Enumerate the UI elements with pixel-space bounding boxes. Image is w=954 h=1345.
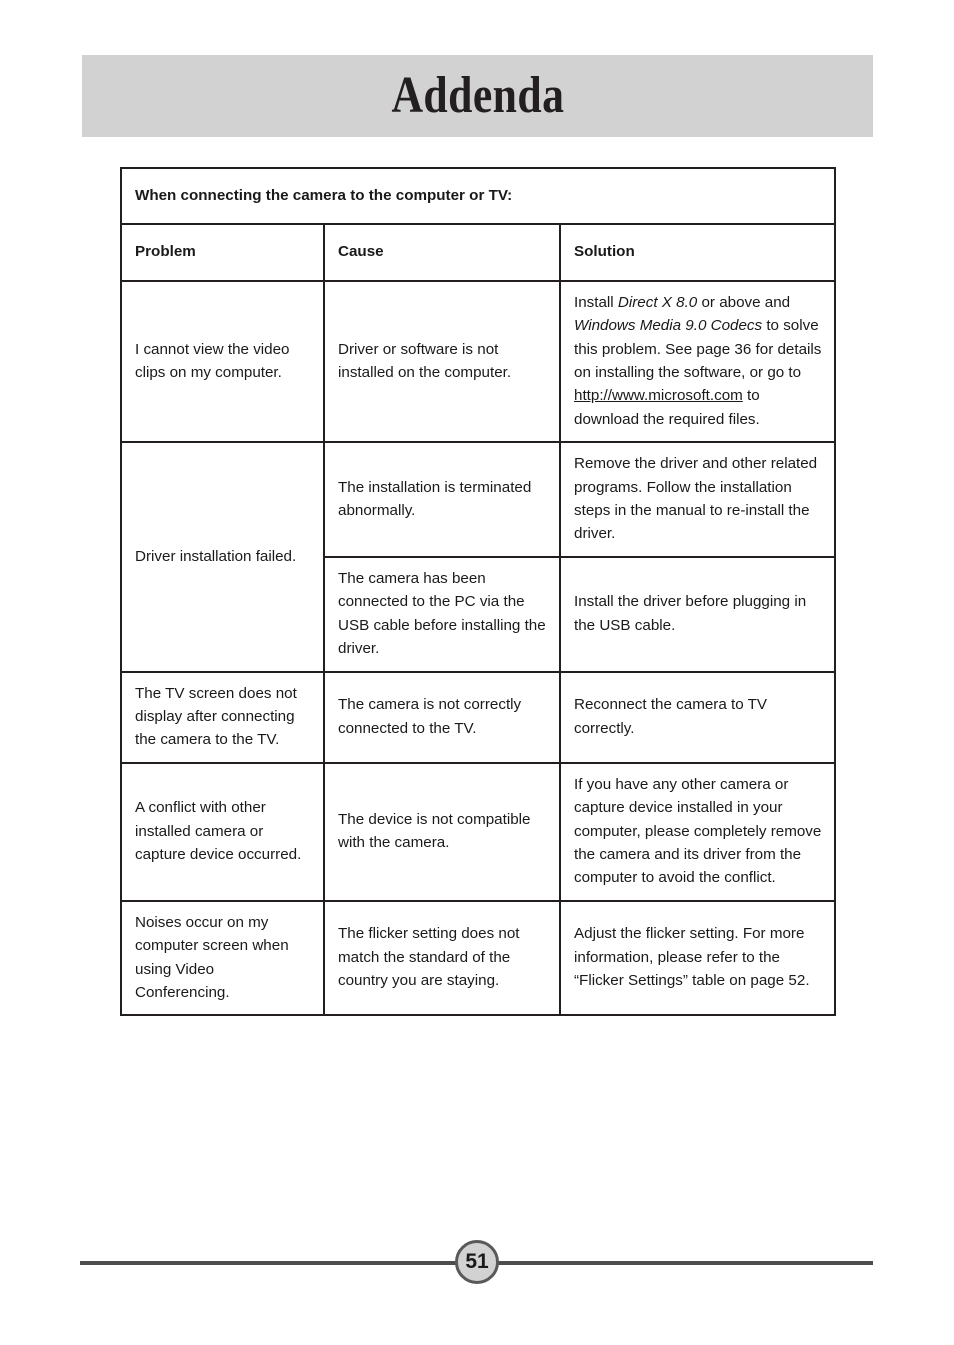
page-number-badge: 51 xyxy=(455,1240,499,1284)
cell-solution: Reconnect the camera to TV correctly. xyxy=(559,670,836,764)
table-row: Driver installation failed. The installa… xyxy=(120,441,836,673)
cell-cause: The camera is not correctly connected to… xyxy=(323,670,561,764)
table-section-title-row: When connecting the camera to the comput… xyxy=(120,166,836,226)
column-header-problem: Problem xyxy=(120,223,325,282)
cell-cause: The flicker setting does not match the s… xyxy=(323,899,561,1017)
table-row: A conflict with other installed camera o… xyxy=(120,761,836,902)
cell-problem: The TV screen does not display after con… xyxy=(120,670,325,764)
column-header-solution: Solution xyxy=(559,223,836,282)
page-title: Addenda xyxy=(391,67,564,124)
cell-solution: Remove the driver and other related prog… xyxy=(559,441,836,558)
cell-solution: If you have any other camera or capture … xyxy=(559,761,836,902)
page-footer: 51 xyxy=(0,1232,954,1294)
cell-cause: The camera has been connected to the PC … xyxy=(323,555,561,673)
cell-cause: Driver or software is not installed on t… xyxy=(323,279,561,444)
microsoft-url-link[interactable]: http://www.microsoft.com xyxy=(574,387,743,404)
solution-text-part: or above and xyxy=(697,293,791,311)
cell-problem: I cannot view the video clips on my comp… xyxy=(120,279,325,444)
cell-cause: The device is not compatible with the ca… xyxy=(323,761,561,902)
troubleshooting-table: When connecting the camera to the comput… xyxy=(120,166,836,1017)
cell-cause: The installation is terminated abnormall… xyxy=(323,441,561,558)
table-header-row: Problem Cause Solution xyxy=(120,223,836,282)
table-row: The TV screen does not display after con… xyxy=(120,670,836,764)
table-row: Noises occur on my computer screen when … xyxy=(120,899,836,1017)
cell-problem: Driver installation failed. xyxy=(120,441,325,673)
product-name-windows-media: Windows Media 9.0 Codecs xyxy=(574,317,763,335)
cell-solution: Install the driver before plugging in th… xyxy=(559,555,836,673)
cell-solution: Install Direct X 8.0 or above and Window… xyxy=(559,279,836,444)
product-name-directx: Direct X 8.0 xyxy=(617,293,698,311)
cell-problem: A conflict with other installed camera o… xyxy=(120,761,325,902)
section-title: When connecting the camera to the comput… xyxy=(120,166,836,226)
solution-text-part: Install xyxy=(574,293,618,311)
chapter-header-band: Addenda xyxy=(82,55,873,137)
table-row: I cannot view the video clips on my comp… xyxy=(120,279,836,444)
cell-solution: Adjust the flicker setting. For more inf… xyxy=(559,899,836,1017)
cell-problem: Noises occur on my computer screen when … xyxy=(120,899,325,1017)
column-header-cause: Cause xyxy=(323,223,561,282)
